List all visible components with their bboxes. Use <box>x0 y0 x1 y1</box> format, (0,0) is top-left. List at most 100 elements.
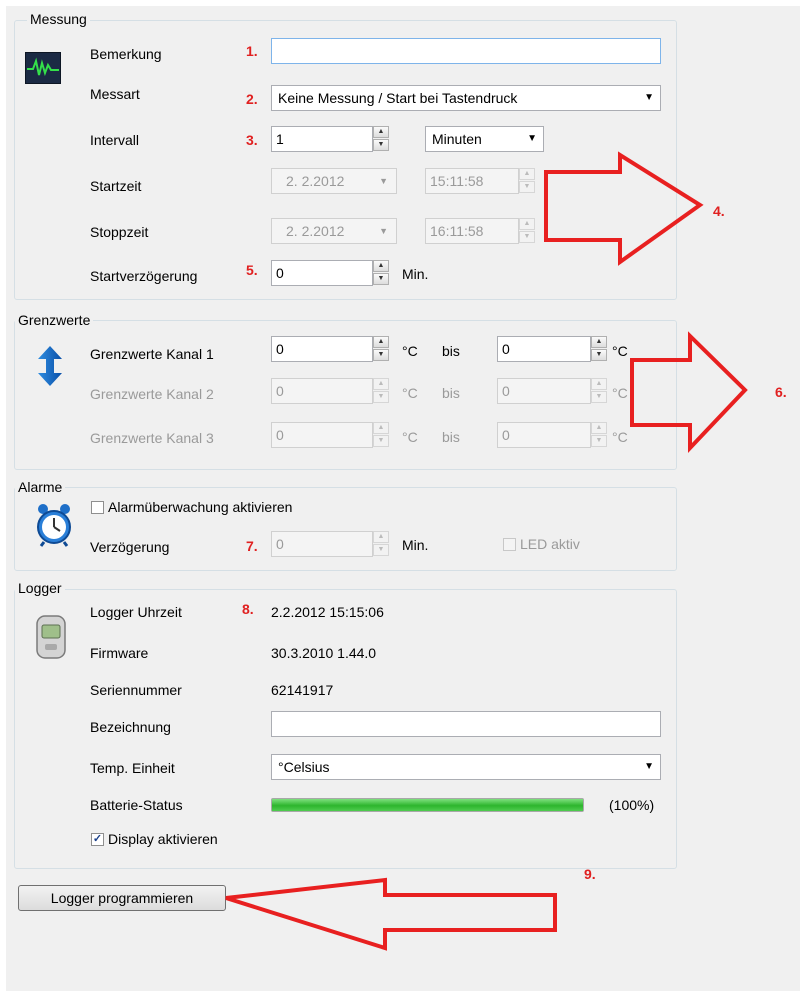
spin-up-icon[interactable]: ▲ <box>373 422 389 434</box>
spin-up-icon[interactable]: ▲ <box>373 531 389 543</box>
intervall-unit-select[interactable]: Minuten ▼ <box>425 126 544 152</box>
spin-down-icon[interactable]: ▼ <box>591 391 607 403</box>
display-aktivieren-label: Display aktivieren <box>108 831 218 847</box>
spin-up-icon[interactable]: ▲ <box>591 378 607 390</box>
annotation-6: 6. <box>775 384 787 400</box>
alarme-group-title: Alarme <box>15 479 66 495</box>
logger-group-title: Logger <box>15 580 65 596</box>
stoppzeit-spinner[interactable]: ▲ ▼ <box>519 218 535 244</box>
kanal-1-from-unit: °C <box>402 343 418 359</box>
spin-down-icon[interactable]: ▼ <box>591 349 607 361</box>
display-aktivieren-checkbox[interactable]: ✓ <box>91 833 104 846</box>
startzeit-time-input[interactable]: 15:11:58 <box>425 168 519 194</box>
logger-uhrzeit-label: Logger Uhrzeit <box>90 604 182 620</box>
startzeit-date-picker[interactable]: 2. 2.2012 ▼ <box>271 168 397 194</box>
chevron-down-icon: ▼ <box>379 176 388 186</box>
startverzoegerung-spinner[interactable]: ▲ ▼ <box>373 260 389 286</box>
kanal-2-from-input[interactable]: 0 <box>271 378 373 404</box>
battery-progress-bar <box>271 798 584 812</box>
kanal-1-to-unit: °C <box>612 343 628 359</box>
spin-down-icon[interactable]: ▼ <box>373 544 389 556</box>
spin-down-icon[interactable]: ▼ <box>373 391 389 403</box>
annotation-4: 4. <box>713 203 725 219</box>
up-down-arrows-icon <box>37 345 63 387</box>
spin-up-icon[interactable]: ▲ <box>373 336 389 348</box>
logger-uhrzeit-value: 2.2.2012 15:15:06 <box>271 604 384 620</box>
stoppzeit-date-picker[interactable]: 2. 2.2012 ▼ <box>271 218 397 244</box>
kanal-3-to-input[interactable]: 0 <box>497 422 591 448</box>
intervall-unit-value: Minuten <box>432 131 482 147</box>
kanal-2-bis: bis <box>442 385 460 401</box>
spin-up-icon[interactable]: ▲ <box>591 422 607 434</box>
grenzwerte-kanal-3-label: Grenzwerte Kanal 3 <box>90 430 214 446</box>
spin-down-icon[interactable]: ▼ <box>373 139 389 151</box>
annotation-9: 9. <box>584 866 596 882</box>
kanal-2-to-input[interactable]: 0 <box>497 378 591 404</box>
alarm-verzoegerung-spinner[interactable]: ▲ ▼ <box>373 531 389 557</box>
grenzwerte-group-title: Grenzwerte <box>15 312 94 328</box>
spin-down-icon[interactable]: ▼ <box>373 273 389 285</box>
spin-down-icon[interactable]: ▼ <box>519 231 535 243</box>
startverzoegerung-unit: Min. <box>402 266 429 282</box>
spin-up-icon[interactable]: ▲ <box>373 260 389 272</box>
bemerkung-input[interactable] <box>271 38 661 64</box>
temp-einheit-select[interactable]: °Celsius ▼ <box>271 754 661 780</box>
stoppzeit-date-value: 2. 2.2012 <box>286 223 345 239</box>
spin-up-icon[interactable]: ▲ <box>519 218 535 230</box>
messart-select[interactable]: Keine Messung / Start bei Tastendruck ▼ <box>271 85 661 111</box>
kanal-3-from-spinner[interactable]: ▲ ▼ <box>373 422 389 448</box>
spin-down-icon[interactable]: ▼ <box>373 435 389 447</box>
batterie-status-label: Batterie-Status <box>90 797 183 813</box>
annotation-8: 8. <box>242 601 254 617</box>
stoppzeit-time-input[interactable]: 16:11:58 <box>425 218 519 244</box>
intervall-spinner[interactable]: ▲ ▼ <box>373 126 389 152</box>
led-aktiv-label: LED aktiv <box>520 536 580 552</box>
startzeit-spinner[interactable]: ▲ ▼ <box>519 168 535 194</box>
alarm-aktivieren-label: Alarmüberwachung aktivieren <box>108 499 293 515</box>
messart-value: Keine Messung / Start bei Tastendruck <box>278 90 518 106</box>
bezeichnung-input[interactable] <box>271 711 661 737</box>
kanal-1-from-input[interactable]: 0 <box>271 336 373 362</box>
intervall-input[interactable]: 1 <box>271 126 373 152</box>
alarm-aktivieren-checkbox[interactable] <box>91 501 104 514</box>
chevron-down-icon: ▼ <box>527 133 537 144</box>
alarm-clock-icon <box>36 502 72 548</box>
kanal-3-to-spinner[interactable]: ▲ ▼ <box>591 422 607 448</box>
spin-up-icon[interactable]: ▲ <box>519 168 535 180</box>
spin-up-icon[interactable]: ▲ <box>373 378 389 390</box>
batterie-percent-text: (100%) <box>609 797 655 813</box>
stoppzeit-label: Stoppzeit <box>90 224 149 240</box>
kanal-3-bis: bis <box>442 429 460 445</box>
messart-label: Messart <box>90 86 140 102</box>
kanal-1-to-spinner[interactable]: ▲ ▼ <box>591 336 607 362</box>
data-logger-device-icon <box>36 615 66 659</box>
kanal-3-to-unit: °C <box>612 429 628 445</box>
logger-programmieren-button[interactable]: Logger programmieren <box>18 885 226 911</box>
kanal-2-to-unit: °C <box>612 385 628 401</box>
startverzoegerung-input[interactable]: 0 <box>271 260 373 286</box>
chevron-down-icon: ▼ <box>379 226 388 236</box>
measurement-icon <box>25 52 61 84</box>
grenzwerte-kanal-1-label: Grenzwerte Kanal 1 <box>90 346 214 362</box>
kanal-1-from-spinner[interactable]: ▲ ▼ <box>373 336 389 362</box>
kanal-2-from-spinner[interactable]: ▲ ▼ <box>373 378 389 404</box>
startzeit-label: Startzeit <box>90 178 142 194</box>
spin-down-icon[interactable]: ▼ <box>373 349 389 361</box>
spin-down-icon[interactable]: ▼ <box>519 181 535 193</box>
startverzoegerung-label: Startverzögerung <box>90 268 198 284</box>
spin-up-icon[interactable]: ▲ <box>373 126 389 138</box>
checkmark-icon: ✓ <box>92 833 103 845</box>
kanal-2-to-spinner[interactable]: ▲ ▼ <box>591 378 607 404</box>
annotation-3: 3. <box>246 132 258 148</box>
kanal-3-from-input[interactable]: 0 <box>271 422 373 448</box>
temp-einheit-value: °Celsius <box>278 759 330 775</box>
spin-up-icon[interactable]: ▲ <box>591 336 607 348</box>
alarm-verzoegerung-input[interactable]: 0 <box>271 531 373 557</box>
kanal-1-to-input[interactable]: 0 <box>497 336 591 362</box>
chevron-down-icon: ▼ <box>644 761 654 772</box>
spin-down-icon[interactable]: ▼ <box>591 435 607 447</box>
alarm-verzoegerung-unit: Min. <box>402 537 429 553</box>
messung-group-title: Messung <box>27 11 90 27</box>
led-aktiv-checkbox[interactable] <box>503 538 516 551</box>
kanal-2-from-unit: °C <box>402 385 418 401</box>
